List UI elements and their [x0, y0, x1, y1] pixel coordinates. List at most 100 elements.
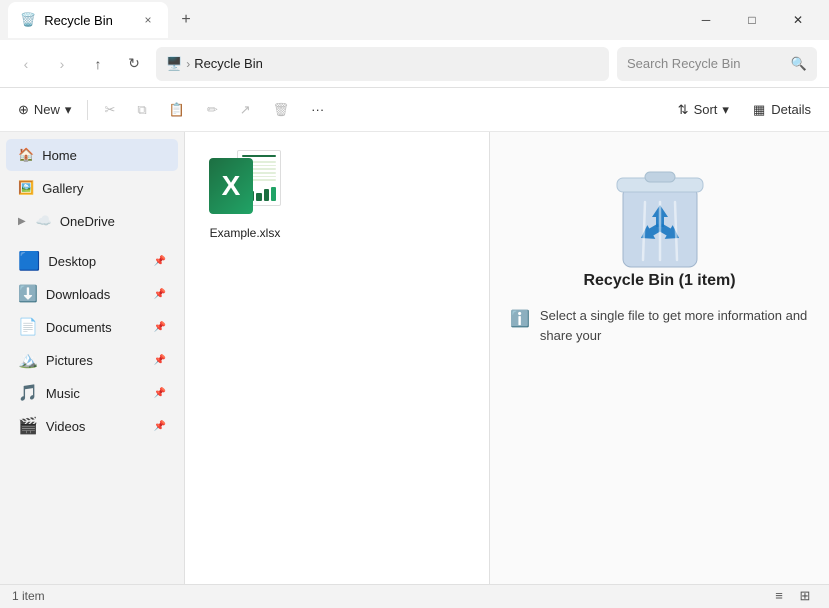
new-button[interactable]: ⊕ New ▾: [8, 94, 81, 126]
new-plus-icon: ⊕: [18, 102, 29, 118]
sidebar-item-downloads[interactable]: ⬇️ Downloads 📌: [6, 278, 178, 310]
preview-info-text: Select a single file to get more informa…: [540, 306, 809, 345]
new-tab-button[interactable]: +: [172, 6, 200, 34]
cut-icon: ✂: [104, 102, 115, 118]
sidebar-label-downloads: Downloads: [46, 287, 110, 302]
sidebar-item-pictures[interactable]: 🏔️ Pictures 📌: [6, 344, 178, 376]
sidebar-label-music: Music: [46, 386, 80, 401]
grid-view-button[interactable]: ⊞: [793, 584, 817, 608]
sidebar-item-home[interactable]: 🏠 Home: [6, 139, 178, 171]
search-placeholder: Search Recycle Bin: [627, 56, 740, 71]
file-name-label: Example.xlsx: [210, 226, 281, 240]
home-icon: 🏠: [18, 147, 34, 163]
more-button[interactable]: ···: [301, 94, 334, 126]
minimize-button[interactable]: ─: [683, 4, 729, 36]
desktop-folder-icon: 🟦: [18, 251, 40, 272]
breadcrumb-separator: ›: [186, 57, 190, 71]
browser-tab[interactable]: 🗑️ Recycle Bin ×: [8, 2, 168, 38]
more-icon: ···: [311, 102, 324, 117]
sidebar-label-desktop: Desktop: [48, 254, 96, 269]
details-icon: ▦: [753, 102, 765, 118]
delete-button[interactable]: 🗑: [263, 94, 300, 126]
sidebar: 🏠 Home 🖼️ Gallery ▶ ☁️ OneDrive 🟦 Deskto…: [0, 132, 185, 584]
sidebar-label-documents: Documents: [46, 320, 112, 335]
videos-icon: 🎬: [18, 416, 38, 436]
sidebar-item-gallery[interactable]: 🖼️ Gallery: [6, 172, 178, 204]
share-icon: ↗: [240, 102, 251, 118]
addressbar: ‹ › ↑ ↻ 🖥️ › Recycle Bin Search Recycle …: [0, 40, 829, 88]
sort-icon: ⇅: [678, 102, 689, 118]
status-count: 1 item: [12, 589, 45, 603]
cut-button[interactable]: ✂: [94, 94, 125, 126]
search-icon: 🔍: [791, 56, 807, 72]
close-button[interactable]: ✕: [775, 4, 821, 36]
documents-icon: 📄: [18, 317, 38, 337]
preview-panel: Recycle Bin (1 item) ℹ️ Select a single …: [489, 132, 829, 584]
preview-title: Recycle Bin (1 item): [583, 272, 735, 290]
tab-icon: 🗑️: [20, 12, 36, 28]
paste-icon: 📋: [169, 102, 185, 118]
tab-title: Recycle Bin: [44, 13, 113, 28]
details-button[interactable]: ▦ Details: [743, 97, 821, 123]
excel-x-letter: X: [222, 170, 241, 202]
excel-file-icon: X: [209, 150, 281, 222]
expand-icon: ▶: [18, 216, 26, 227]
recycle-bin-preview-icon: [605, 152, 715, 272]
file-item-example-xlsx[interactable]: X Example.xlsx: [195, 142, 295, 248]
gallery-icon: 🖼️: [18, 180, 34, 196]
list-view-button[interactable]: ≡: [767, 584, 791, 608]
sidebar-label-gallery: Gallery: [42, 181, 83, 196]
up-button[interactable]: ↑: [84, 50, 112, 78]
main-area: 🏠 Home 🖼️ Gallery ▶ ☁️ OneDrive 🟦 Deskto…: [0, 132, 829, 584]
rename-icon: ✏: [207, 102, 218, 118]
view-toggle: ≡ ⊞: [767, 584, 817, 608]
statusbar: 1 item ≡ ⊞: [0, 584, 829, 606]
toolbar-right: ⇅ Sort ▾ ▦ Details: [668, 94, 821, 126]
pin-icon-videos: 📌: [154, 421, 166, 432]
info-icon: ℹ️: [510, 308, 530, 332]
breadcrumb[interactable]: 🖥️ › Recycle Bin: [156, 47, 609, 81]
forward-button[interactable]: ›: [48, 50, 76, 78]
search-box[interactable]: Search Recycle Bin 🔍: [617, 47, 817, 81]
maximize-button[interactable]: □: [729, 4, 775, 36]
pin-icon-pictures: 📌: [154, 355, 166, 366]
window-controls: ─ □ ✕: [683, 4, 821, 36]
sidebar-label-home: Home: [42, 148, 77, 163]
pictures-icon: 🏔️: [18, 350, 38, 370]
delete-icon: 🗑: [273, 102, 290, 118]
new-label: New: [34, 102, 60, 117]
onedrive-icon: ☁️: [36, 213, 52, 229]
sidebar-label-pictures: Pictures: [46, 353, 93, 368]
sidebar-item-music[interactable]: 🎵 Music 📌: [6, 377, 178, 409]
toolbar-separator: [87, 100, 88, 120]
sort-caret-icon: ▾: [722, 102, 729, 118]
sidebar-item-desktop[interactable]: 🟦 Desktop 📌: [6, 245, 178, 277]
copy-button[interactable]: ⧉: [127, 94, 156, 126]
sidebar-item-documents[interactable]: 📄 Documents 📌: [6, 311, 178, 343]
rename-button[interactable]: ✏: [197, 94, 228, 126]
desktop-icon: 🖥️: [166, 56, 182, 72]
paste-button[interactable]: 📋: [159, 94, 195, 126]
details-label: Details: [771, 102, 811, 117]
copy-icon: ⧉: [137, 102, 146, 118]
refresh-button[interactable]: ↻: [120, 50, 148, 78]
back-button[interactable]: ‹: [12, 50, 40, 78]
breadcrumb-current: Recycle Bin: [194, 56, 263, 71]
sort-label: Sort: [694, 102, 718, 117]
close-tab-button[interactable]: ×: [140, 12, 156, 28]
share-button[interactable]: ↗: [230, 94, 261, 126]
new-caret-icon: ▾: [65, 102, 72, 118]
toolbar: ⊕ New ▾ ✂ ⧉ 📋 ✏ ↗ 🗑 ··· ⇅ Sort ▾ ▦ Detai…: [0, 88, 829, 132]
file-area: X Example.xlsx: [185, 132, 489, 584]
pin-icon-documents: 📌: [154, 322, 166, 333]
sidebar-item-onedrive[interactable]: ▶ ☁️ OneDrive: [6, 205, 178, 237]
sidebar-label-videos: Videos: [46, 419, 86, 434]
sidebar-item-videos[interactable]: 🎬 Videos 📌: [6, 410, 178, 442]
pin-icon-music: 📌: [154, 388, 166, 399]
titlebar: 🗑️ Recycle Bin × + ─ □ ✕: [0, 0, 829, 40]
downloads-icon: ⬇️: [18, 284, 38, 304]
sort-button[interactable]: ⇅ Sort ▾: [668, 94, 739, 126]
pin-icon-downloads: 📌: [154, 289, 166, 300]
preview-info: ℹ️ Select a single file to get more info…: [510, 306, 809, 345]
music-icon: 🎵: [18, 383, 38, 403]
